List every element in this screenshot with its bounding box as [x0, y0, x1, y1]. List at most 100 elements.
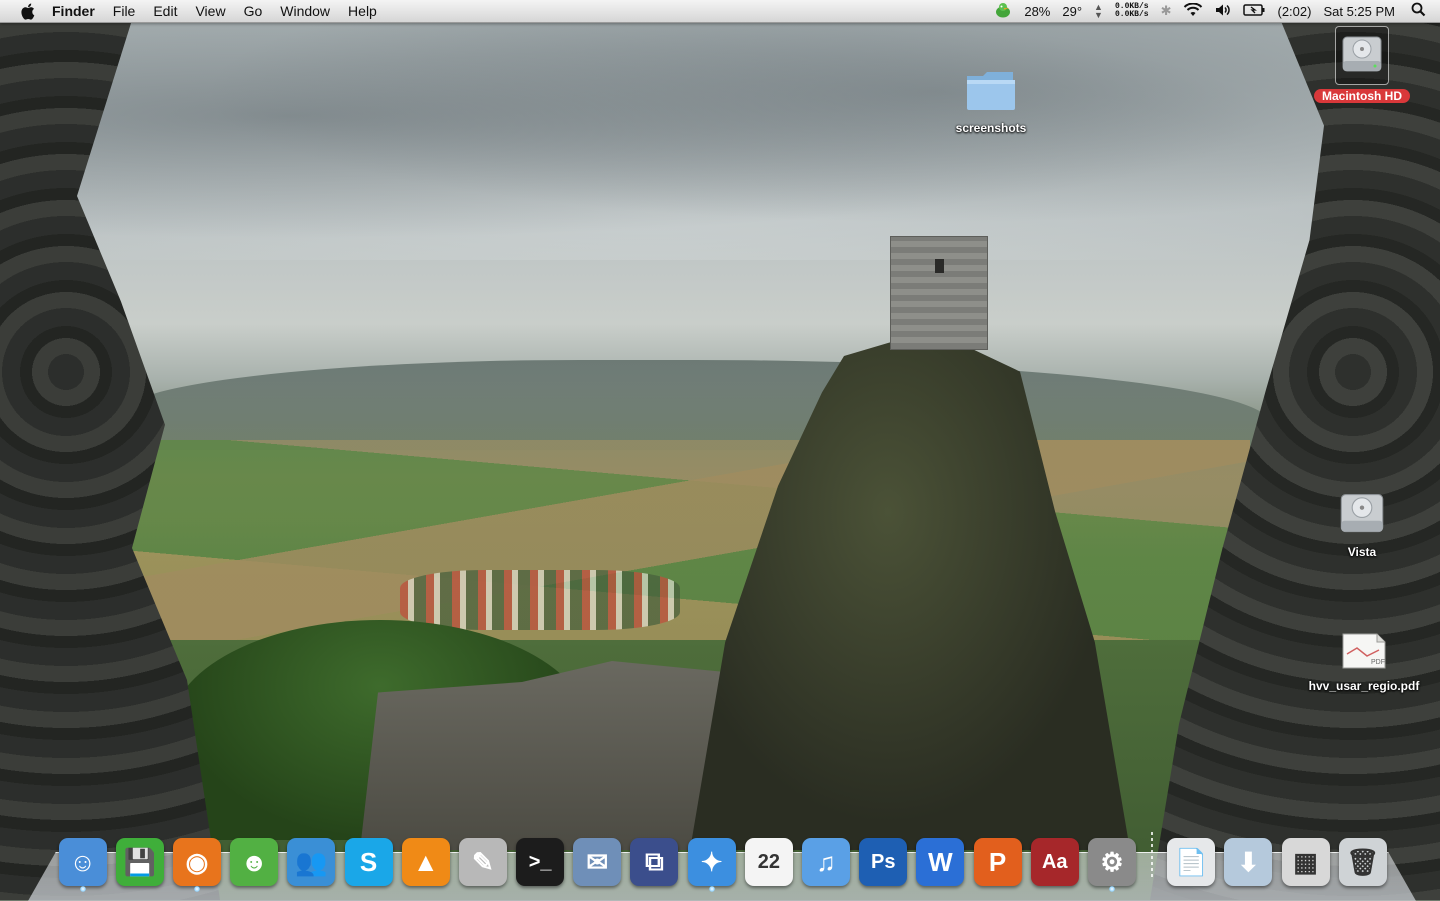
dock-glyph: Aa [1041, 850, 1068, 873]
dock-item-skype[interactable]: S [344, 832, 394, 886]
dock-item-safari[interactable]: ✦ [687, 832, 737, 892]
menu-window[interactable]: Window [271, 0, 339, 22]
dock-item-documents[interactable]: 📄 [1166, 832, 1216, 886]
dock-item-word[interactable]: W [915, 832, 965, 886]
dock-glyph: ☻ [240, 846, 268, 877]
dock-glyph: 🗑 [1346, 846, 1380, 877]
running-indicator [1108, 886, 1115, 892]
dock-glyph: ✦ [700, 846, 723, 877]
documents-stack-icon: 📄 [1167, 838, 1216, 886]
hard-drive-icon [1335, 26, 1389, 85]
running-indicator [193, 886, 200, 892]
battery-icon[interactable] [1243, 3, 1265, 19]
dock-glyph: ◉ [185, 846, 209, 877]
vlc-cone-icon: ▲ [401, 838, 450, 886]
firefox-icon: ◉ [172, 838, 221, 886]
script-editor-icon: ✎ [458, 838, 507, 886]
hard-drive-icon [1338, 488, 1386, 541]
terminal-icon: >_ [516, 838, 565, 886]
menu-file[interactable]: File [104, 0, 145, 22]
cpu-usage-readout[interactable]: 28% [1024, 4, 1050, 19]
dock-item-powerpoint[interactable]: P [973, 832, 1023, 886]
running-indicator [708, 886, 715, 892]
wifi-icon[interactable] [1183, 2, 1203, 20]
trash-icon: 🗑 [1338, 838, 1387, 886]
dock-item-adium[interactable]: ☻ [229, 832, 279, 886]
adium-duck-icon: ☻ [230, 838, 279, 886]
dock-item-mail[interactable]: ✉ [572, 832, 622, 886]
desktop-icon-label: hvv_usar_regio.pdf [1308, 679, 1420, 693]
dock-glyph: ✎ [472, 846, 494, 877]
desktop-wallpaper [0, 0, 1440, 900]
desktop-icon-pdf[interactable]: PDF hvv_usar_regio.pdf [1304, 630, 1424, 693]
dock-glyph: 📄 [1174, 846, 1208, 877]
mail-stamp-icon: ✉ [573, 838, 622, 886]
dock-glyph: P [988, 846, 1007, 877]
temperature-readout[interactable]: 29° [1062, 4, 1082, 19]
desktop-icon-vista[interactable]: Vista [1302, 488, 1422, 559]
dock-item-system-preferences[interactable]: ⚙ [1087, 832, 1137, 892]
desktop-icon-label: screenshots [955, 121, 1027, 135]
menu-clock[interactable]: Sat 5:25 PM [1323, 4, 1395, 19]
pdf-document-icon: PDF [1341, 630, 1387, 675]
stepper-arrows-icon[interactable]: ▲ ▼ [1094, 3, 1103, 20]
system-preferences-icon: ⚙ [1087, 838, 1136, 886]
running-indicator [79, 886, 86, 892]
word-icon: W [916, 838, 965, 886]
dock-item-photoshop[interactable]: Ps [858, 832, 908, 886]
dock-item-dictionary[interactable]: Aa [1030, 832, 1080, 886]
desktop-icon-screenshots[interactable]: screenshots [931, 68, 1051, 135]
dock-glyph: 👥 [295, 846, 328, 877]
dock-glyph: W [928, 846, 953, 877]
dock-item-vlc[interactable]: ▲ [401, 832, 451, 886]
dock-item-trash[interactable]: 🗑 [1338, 832, 1388, 886]
apple-menu-icon[interactable] [18, 2, 36, 20]
screenshots-stack-icon: ▦ [1281, 838, 1330, 886]
menu-app-finder[interactable]: Finder [48, 0, 104, 22]
dock-glyph: ⬇ [1237, 846, 1260, 877]
menu-go[interactable]: Go [235, 0, 272, 22]
dock-item-messenger[interactable]: 👥 [286, 832, 336, 886]
dock-glyph: >_ [528, 850, 552, 873]
dock-glyph: ☺ [69, 846, 96, 877]
desktop-icon-macintosh-hd[interactable]: Macintosh HD [1302, 26, 1422, 103]
dock-glyph: ✉ [586, 846, 609, 877]
dock-item-script-editor[interactable]: ✎ [458, 832, 508, 886]
adium-status-icon[interactable] [994, 2, 1012, 21]
floppy-disk-icon: 💾 [115, 838, 164, 886]
folder-icon [965, 68, 1017, 117]
dock-item-finder[interactable]: ☺ [58, 832, 108, 892]
svg-text:PDF: PDF [1371, 659, 1385, 666]
battery-time-remaining[interactable]: (2:02) [1277, 4, 1311, 19]
dock-glyph: Ps [870, 850, 896, 873]
wallpaper-castle-tower [890, 236, 988, 350]
dictionary-icon: Aa [1030, 838, 1079, 886]
dock-glyph: ♫ [816, 846, 836, 877]
spotlight-search-icon[interactable] [1411, 2, 1426, 20]
net-download-rate: 0.0KB/s [1114, 10, 1149, 19]
dock-glyph: ▦ [1293, 846, 1318, 877]
desktop-icon-label: Vista [1347, 545, 1377, 559]
dock-item-screenshots[interactable]: ▦ [1281, 832, 1331, 886]
dock-item-ical[interactable]: 22 [744, 832, 794, 886]
finder-icon: ☺ [58, 838, 107, 886]
network-meter[interactable]: 0.0KB/s 0.0KB/s [1115, 3, 1149, 19]
menu-edit[interactable]: Edit [144, 0, 186, 22]
dock-item-vmware-fusion[interactable]: ⧉ [629, 832, 679, 886]
dock-item-itunes[interactable]: ♫ [801, 832, 851, 886]
dock-item-terminal[interactable]: >_ [515, 832, 565, 886]
volume-icon[interactable] [1215, 3, 1231, 20]
dock-item-firefox[interactable]: ◉ [172, 832, 222, 892]
dock-item-floppy[interactable]: 💾 [115, 832, 165, 886]
vmware-fusion-icon: ⧉ [630, 838, 679, 886]
menu-help[interactable]: Help [339, 0, 386, 22]
bluetooth-icon[interactable]: ✱ [1161, 3, 1172, 19]
powerpoint-icon: P [973, 838, 1022, 886]
dock-glyph: S [359, 846, 378, 877]
skype-icon: S [344, 838, 393, 886]
dock-item-downloads[interactable]: ⬇ [1223, 832, 1273, 886]
menu-view[interactable]: View [186, 0, 234, 22]
wallpaper-clouds [0, 20, 1440, 260]
dock-glyph: ⚙ [1100, 846, 1124, 877]
dock-separator[interactable] [1150, 832, 1153, 880]
